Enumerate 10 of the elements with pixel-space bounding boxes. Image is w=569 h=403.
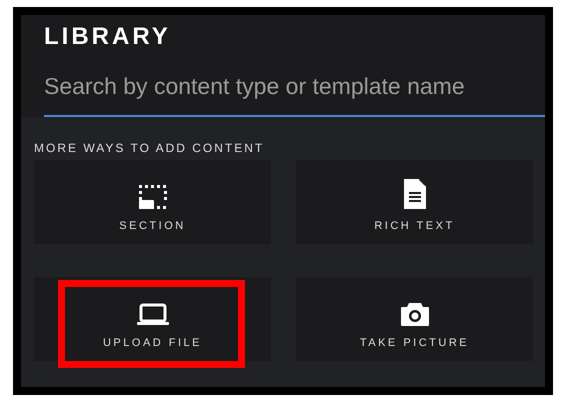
content-tile[interactable]: SECTION [34,160,271,244]
camera-icon [400,301,430,327]
content-tile[interactable]: TAKE PICTURE [296,277,533,361]
dotted-frame-icon [138,184,168,210]
search-field[interactable]: Search by content type or template name [44,67,545,117]
laptop-icon [136,303,170,327]
content-tile[interactable]: RICH TEXT [296,160,533,244]
panel-title: LIBRARY [44,23,172,51]
section-heading: MORE WAYS TO ADD CONTENT [34,141,266,155]
document-icon [402,178,426,210]
